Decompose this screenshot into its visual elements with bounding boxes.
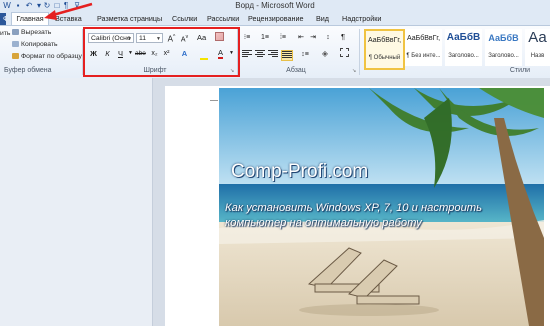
navigation-pane [0, 78, 153, 326]
arrow-to-home-tab [44, 2, 93, 20]
beach-image[interactable]: Comp-Profi.com Как установить Windows XP… [219, 88, 544, 326]
watermark-text: Comp-Profi.com [231, 161, 369, 182]
margin-mark [210, 100, 218, 101]
image-caption: Как установить Windows XP, 7, 10 и настр… [225, 202, 483, 229]
